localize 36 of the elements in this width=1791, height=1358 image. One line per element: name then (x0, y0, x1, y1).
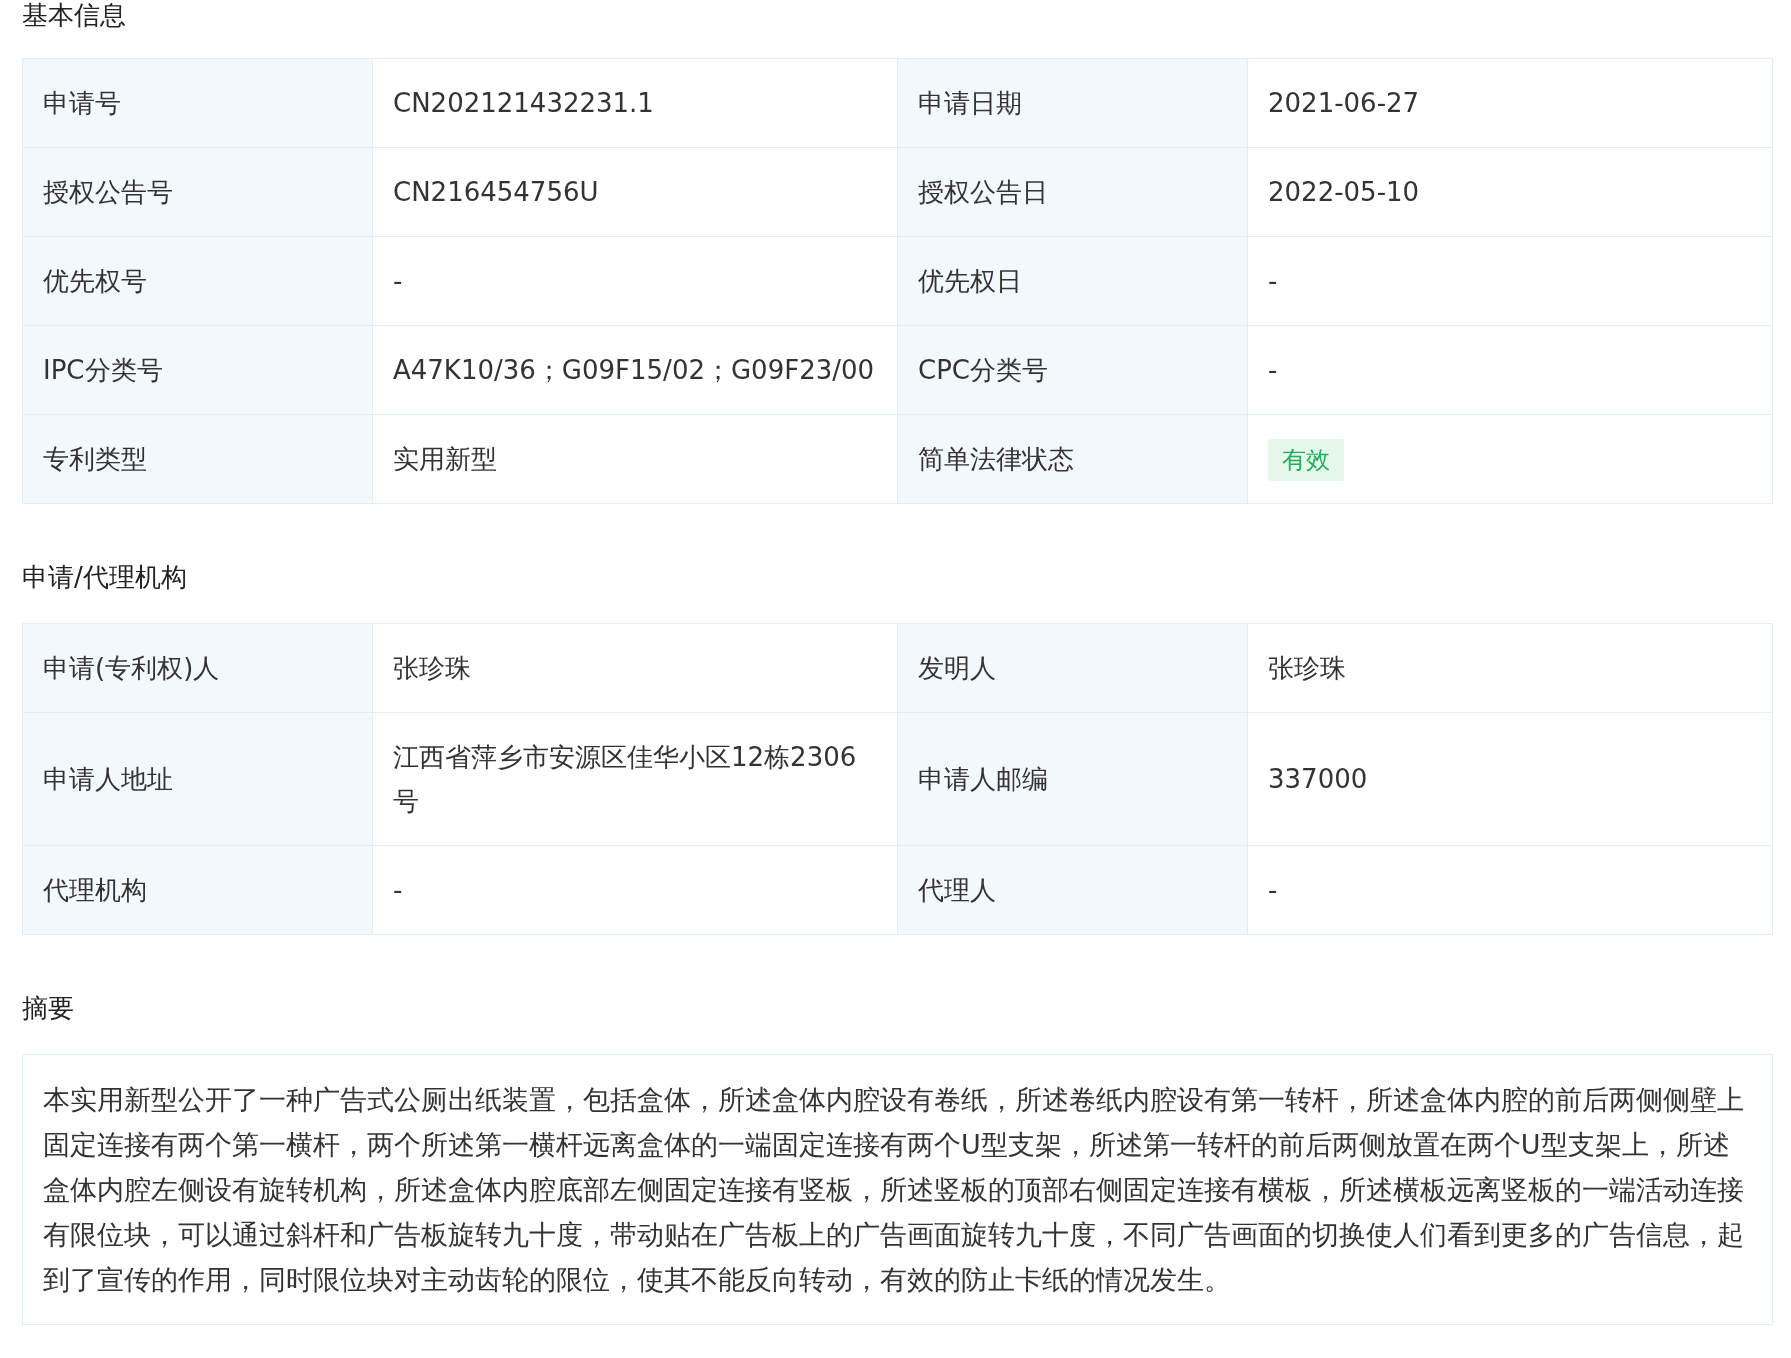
field-label: 代理机构 (22, 845, 373, 935)
abstract-text: 本实用新型公开了一种广告式公厕出纸装置，包括盒体，所述盒体内腔设有卷纸，所述卷纸内腔设有第一转杆，所述盒体内腔的前后两侧侧壁上固定连接有两个第一横杆，两个所述第一横杆远离盒体的一端固定连接有两个U型支架，所述第一转杆的前后两侧放置在两个U型支架上，所述盒体内腔左侧设有旋转机构，所述盒体内腔底部左侧固定连接有竖板，所述竖板的顶部右侧固定连接有横板，所述横板远离竖板的一端活动连接有限位块，可以通过斜杆和广告板旋转九十度，带动贴在广告板上的广告画面旋转九十度，不同广告画面的切换使人们看到更多的广告信息，起到了宣传的作用，同时限位块对主动齿轮的限位，使其不能反向转动，有效的防止卡纸的情况发生。 (22, 1054, 1773, 1325)
field-label: IPC分类号 (22, 325, 373, 415)
field-label: 简单法律状态 (897, 414, 1248, 504)
section-title: 基本信息 (22, 0, 127, 32)
field-value: 实用新型 (372, 414, 898, 504)
field-value: CN216454756U (372, 147, 898, 237)
field-value: 江西省萍乡市安源区佳华小区12栋2306号 (372, 712, 898, 846)
field-value: - (1247, 236, 1773, 326)
field-value: - (372, 845, 898, 935)
section-title: 摘要 (22, 993, 75, 1025)
field-value: 2021-06-27 (1247, 58, 1773, 148)
field-label: 申请人地址 (22, 712, 373, 846)
field-value: 337000 (1247, 712, 1773, 846)
field-value: - (1247, 325, 1773, 415)
field-label: 授权公告日 (897, 147, 1248, 237)
field-label: 授权公告号 (22, 147, 373, 237)
field-label: 申请号 (22, 58, 373, 148)
field-label: 优先权号 (22, 236, 373, 326)
field-label: CPC分类号 (897, 325, 1248, 415)
status-badge: 有效 (1268, 439, 1344, 481)
field-label: 代理人 (897, 845, 1248, 935)
field-value: 张珍珠 (372, 623, 898, 713)
field-value: - (1247, 845, 1773, 935)
field-label: 申请(专利权)人 (22, 623, 373, 713)
field-label: 申请人邮编 (897, 712, 1248, 846)
field-value: CN202121432231.1 (372, 58, 898, 148)
field-label: 专利类型 (22, 414, 373, 504)
field-label: 申请日期 (897, 58, 1248, 148)
field-value: 2022-05-10 (1247, 147, 1773, 237)
field-value: - (372, 236, 898, 326)
section-title: 申请/代理机构 (22, 562, 188, 594)
field-label: 发明人 (897, 623, 1248, 713)
field-value: 张珍珠 (1247, 623, 1773, 713)
field-value: A47K10/36；G09F15/02；G09F23/00 (372, 325, 898, 415)
field-label: 优先权日 (897, 236, 1248, 326)
